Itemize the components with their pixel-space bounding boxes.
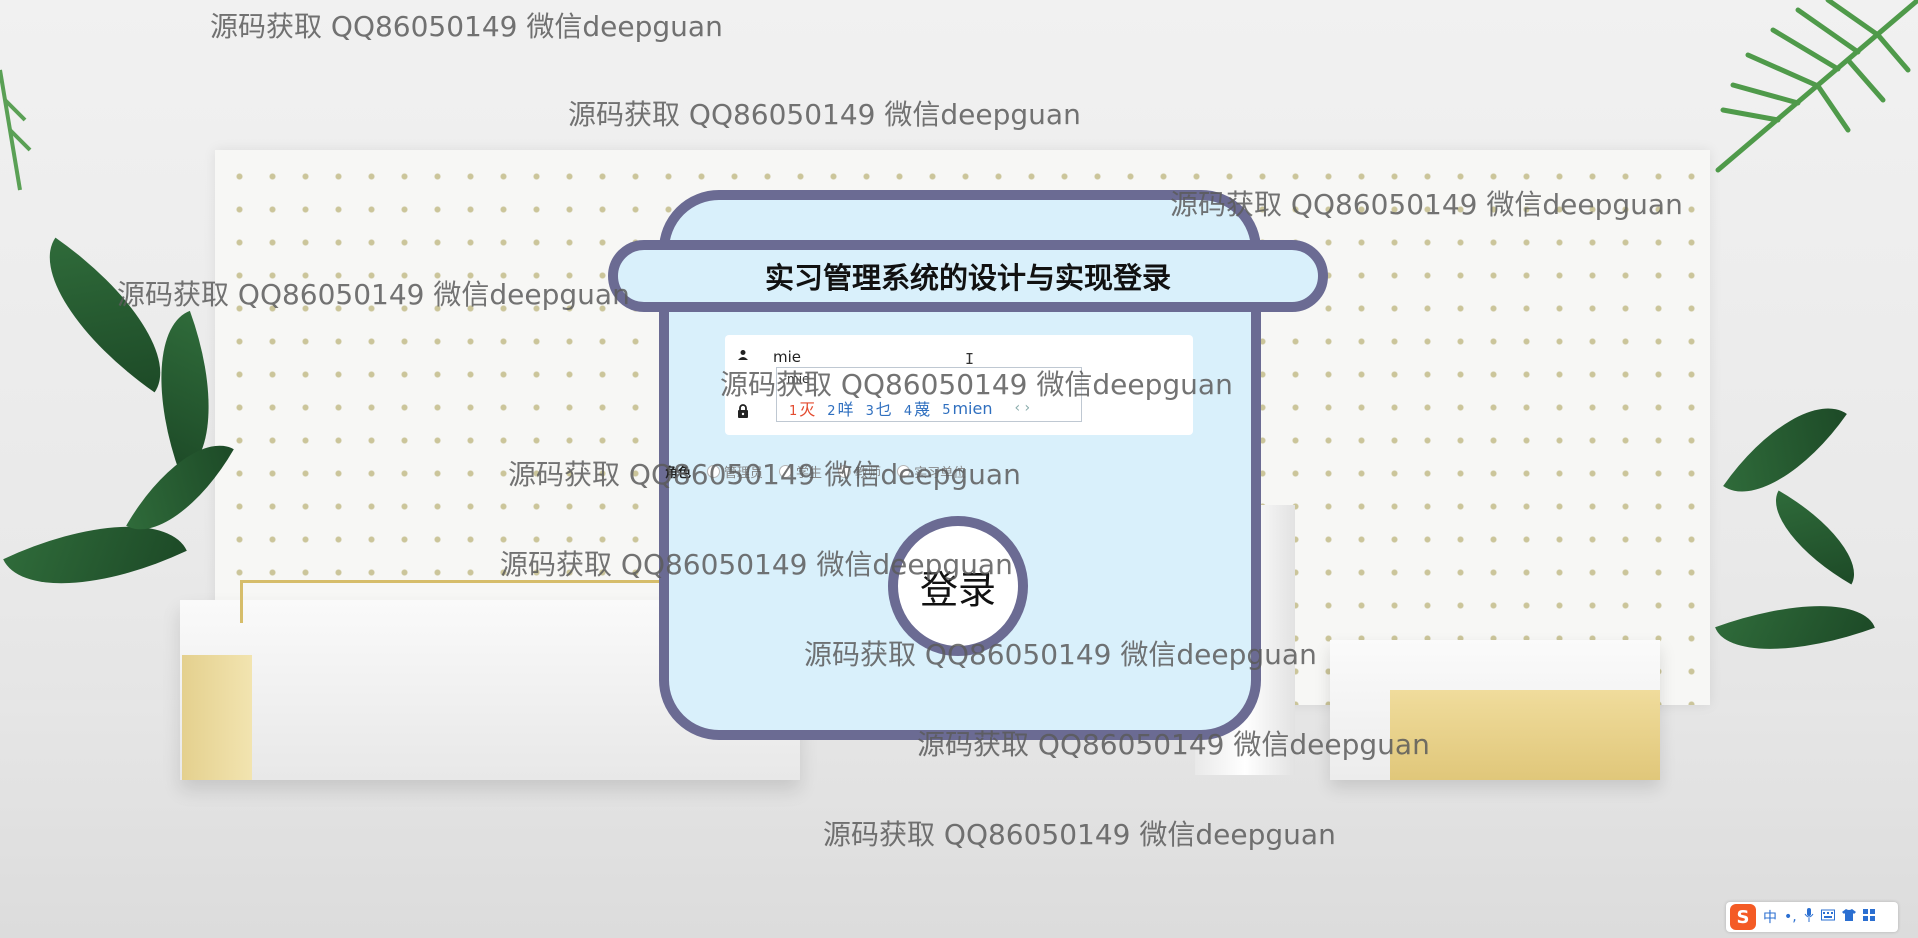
page-title: 实习管理系统的设计与实现登录: [764, 261, 1171, 295]
radio-icon[interactable]: [707, 464, 721, 478]
ime-candidate[interactable]: 3乜: [866, 396, 892, 420]
ime-candidate[interactable]: 1灭: [789, 396, 815, 420]
ime-candidate[interactable]: 5 mien: [942, 399, 992, 418]
punctuation-toggle[interactable]: •,: [1784, 909, 1797, 925]
right-gold-panel: [1390, 690, 1660, 780]
radio-icon[interactable]: [838, 464, 852, 478]
ime-candidate[interactable]: 4蔑: [904, 396, 930, 420]
watermark-text: 源码获取 QQ86050149 微信deepguan: [568, 98, 1081, 131]
palm-frond: [1715, 0, 1918, 173]
radio-icon[interactable]: [779, 464, 793, 478]
text-cursor-icon: I: [965, 350, 975, 368]
login-button[interactable]: 登录: [888, 516, 1028, 656]
role-option-company[interactable]: 实习单位: [897, 462, 966, 481]
next-page-icon[interactable]: ›: [1025, 400, 1031, 416]
role-option-admin[interactable]: 管理员: [707, 462, 763, 481]
ime-page-arrows[interactable]: ‹ ›: [1014, 400, 1030, 416]
prev-page-icon[interactable]: ‹: [1014, 400, 1020, 416]
microphone-icon[interactable]: [1804, 908, 1814, 926]
keyboard-icon[interactable]: [1820, 909, 1835, 925]
ime-candidate-list: 1灭 2咩 3乜 4蔑 5 mien ‹ ›: [789, 396, 1030, 420]
plant-leaf: [1715, 576, 1875, 679]
role-label: 角色: [665, 465, 692, 481]
role-option-student[interactable]: 学生: [779, 462, 822, 481]
background-scene: 实习管理系统的设计与实现登录 I mie 1灭 2咩 3乜 4蔑 5mien ‹…: [0, 0, 1918, 938]
role-selector: 角色 管理员 学生 教师 实习单位: [665, 460, 1085, 482]
ime-pinyin: mie: [787, 372, 810, 386]
role-option-teacher[interactable]: 教师: [838, 462, 881, 481]
ime-toolbar: S 中 •,: [1726, 902, 1898, 932]
radio-icon[interactable]: [897, 464, 911, 478]
language-toggle[interactable]: 中: [1763, 907, 1777, 927]
user-icon: [725, 349, 761, 365]
left-gold-panel: [182, 655, 252, 780]
lock-icon: [725, 404, 761, 422]
palm-frond-left: [0, 69, 32, 191]
username-input[interactable]: [761, 348, 1153, 366]
title-banner: 实习管理系统的设计与实现登录: [608, 240, 1328, 312]
watermark-text: 源码获取 QQ86050149 微信deepguan: [210, 10, 723, 43]
sogou-logo-icon[interactable]: S: [1730, 904, 1756, 930]
grid-icon[interactable]: [1862, 909, 1875, 925]
ime-candidate-popup[interactable]: mie 1灭 2咩 3乜 4蔑 5 mien ‹ ›: [776, 367, 1082, 422]
shirt-icon[interactable]: [1841, 909, 1856, 925]
ime-candidate[interactable]: 2咩: [827, 396, 853, 420]
gold-frame: [240, 580, 676, 623]
plant-leaf: [1756, 490, 1874, 585]
